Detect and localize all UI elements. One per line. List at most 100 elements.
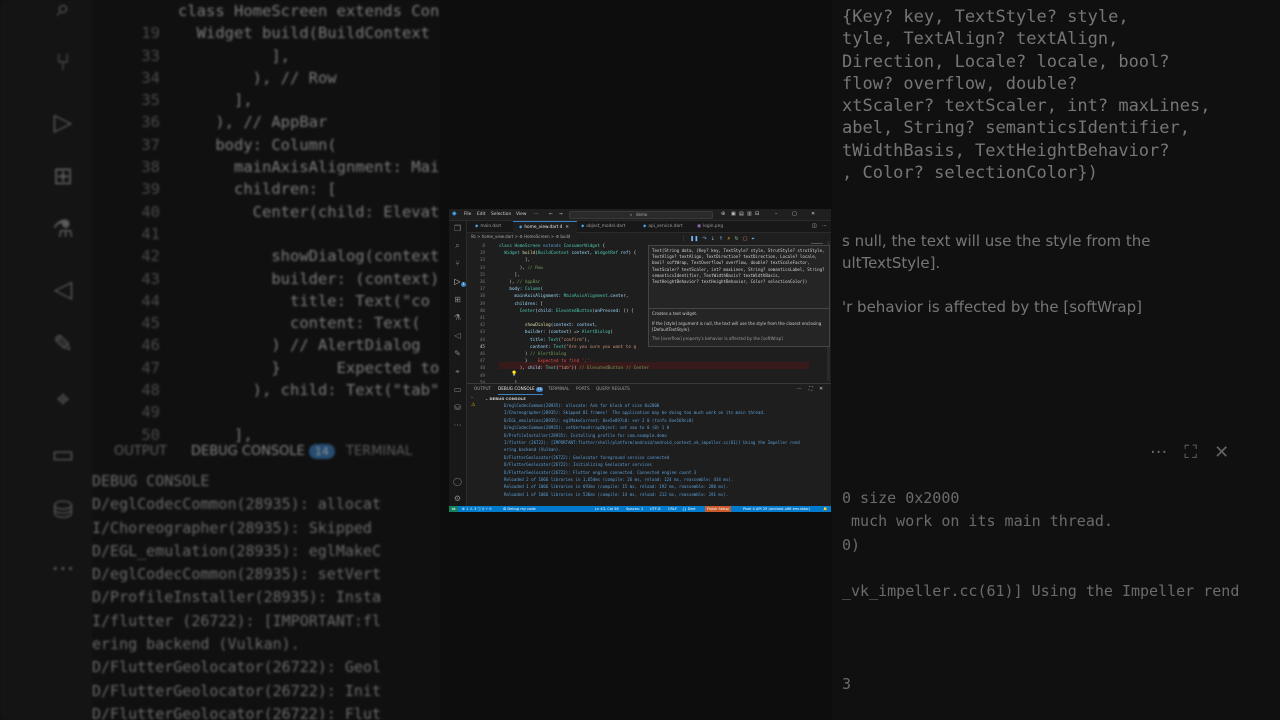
layout-icon[interactable]: ▭ bbox=[452, 384, 463, 395]
collapse-chevron-icon[interactable]: › bbox=[471, 395, 473, 401]
code-line[interactable]: 45 content: Text("Are you sure you want … bbox=[467, 344, 649, 351]
panel-more-icon[interactable]: ··· bbox=[797, 386, 802, 392]
cursor-position[interactable]: Ln 43, Col 56 bbox=[595, 506, 619, 512]
debug-console-section[interactable]: ⌄ DEBUG CONSOLE bbox=[485, 396, 526, 401]
extensions-icon[interactable]: ⊞ bbox=[452, 294, 463, 305]
code-line[interactable]: 47 } Expected to find ';'. bbox=[467, 358, 649, 365]
minimize-button[interactable]: – bbox=[775, 211, 778, 217]
copilot-icon[interactable]: ⊛ bbox=[721, 211, 725, 217]
code-line[interactable]: 37 body: Column( bbox=[467, 286, 649, 293]
forward-arrow-icon[interactable]: → bbox=[559, 212, 563, 217]
hover-doc-summary: Creates a text widget. bbox=[652, 311, 698, 316]
explorer-icon[interactable]: ❐ bbox=[452, 223, 463, 234]
menu-file[interactable]: File bbox=[464, 212, 471, 217]
tab-api-service-dart[interactable]: ◆ api_service.dart bbox=[637, 221, 683, 232]
back-arrow-icon[interactable]: ← bbox=[549, 212, 553, 217]
bg-text-line: tyle, TextAlign? textAlign, bbox=[842, 29, 1119, 50]
layout-sidebar-icon[interactable]: ▣ bbox=[731, 211, 736, 217]
code-line[interactable]: 49 bbox=[467, 373, 649, 380]
inspect-icon[interactable]: ⌖ bbox=[452, 366, 463, 377]
code-line[interactable]: 43 builder: (context) => AlertDialog( bbox=[467, 329, 649, 336]
debug-config-indicator[interactable]: ⚙ Debug my code bbox=[503, 506, 536, 512]
line-ending[interactable]: CRLF bbox=[668, 506, 677, 512]
layout-secondary-icon[interactable]: ▥ bbox=[747, 211, 752, 217]
menu-selection[interactable]: Selection bbox=[491, 212, 511, 217]
breadcrumb[interactable]: lib > home_view.dart > ⚙ HomeScreen > ⚙ … bbox=[471, 233, 570, 240]
testing-icon[interactable]: ⚗ bbox=[452, 312, 463, 323]
line-text: ) // AlertDialog bbox=[499, 352, 567, 358]
tab-login-png[interactable]: ▣ login.png bbox=[691, 221, 723, 232]
panel-tab-ports[interactable]: PORTS bbox=[576, 384, 590, 394]
bg-text-line: 'r behavior is affected by the [softWrap… bbox=[842, 298, 1142, 316]
debug-console-log[interactable]: D/eglCodecCommon(28935): allocate: Ask f… bbox=[504, 402, 829, 504]
line-text: ), child: Text("tab")) // ElevatedButton… bbox=[499, 366, 650, 372]
account-icon[interactable]: ◯ bbox=[452, 476, 463, 487]
menu-more[interactable]: ··· bbox=[534, 212, 538, 217]
code-line[interactable]: 36 ), // AppBar bbox=[467, 279, 649, 286]
command-center-search[interactable]: ⌕ demo bbox=[569, 211, 713, 219]
bg-line-number: 40 bbox=[141, 202, 160, 221]
bg-panel-controls: ··· ⛶ ✕ bbox=[1150, 442, 1230, 463]
log-line: D/FlutterGeolocator(26722): Initializing… bbox=[504, 462, 652, 468]
bg-code-line: class HomeScreen extends Consu bbox=[110, 0, 440, 22]
tab-object-model-dart[interactable]: ◆ object_model.dart bbox=[575, 221, 625, 232]
source-control-icon[interactable]: ⑂ bbox=[452, 258, 463, 269]
layout-panel-icon[interactable]: ▤ bbox=[739, 211, 744, 217]
code-line[interactable]: 42 showDialog(context: context, bbox=[467, 322, 649, 329]
layout-icon: ▭ bbox=[51, 440, 75, 468]
code-line[interactable]: 40 Center(child: ElevatedButton(onPresse… bbox=[467, 308, 649, 315]
code-line[interactable]: 44 title: Text("confirm"), bbox=[467, 337, 649, 344]
code-line[interactable]: 34 ), // Row bbox=[467, 265, 649, 272]
panel-tab-debug-console[interactable]: DEBUG CONSOLE 14 bbox=[498, 384, 544, 395]
panel-tab-terminal[interactable]: TERMINAL bbox=[548, 384, 569, 394]
code-line[interactable]: 8 class HomeScreen extends ConsumerWidget… bbox=[467, 243, 649, 250]
menu-view[interactable]: View bbox=[516, 212, 526, 217]
pen-icon[interactable]: ✎ bbox=[452, 348, 463, 359]
code-line[interactable]: 19 Widget build(BuildContext context, Wi… bbox=[467, 250, 649, 257]
code-line[interactable]: 35 ], bbox=[467, 272, 649, 279]
code-line[interactable]: 41 bbox=[467, 315, 649, 322]
finish-setup-button[interactable]: Finish Setup bbox=[705, 506, 731, 512]
close-tab-icon[interactable]: ✕ bbox=[565, 225, 569, 230]
indentation[interactable]: Spaces: 2 bbox=[626, 506, 643, 512]
line-text: content: Text("Are you sure you want to … bbox=[530, 344, 637, 350]
menu-edit[interactable]: Edit bbox=[477, 212, 486, 217]
bg-text-line bbox=[842, 627, 1272, 650]
tab-home-view-dart[interactable]: ◆ home_view.dart 4 ✕ bbox=[513, 221, 577, 233]
bg-text-line: tWidthBasis, TextHeightBehavior? bbox=[842, 140, 1170, 161]
log-line: D/FlutterGeolocator(26722): Geolocator f… bbox=[504, 454, 670, 460]
remote-indicator-icon[interactable]: ⋈ bbox=[449, 506, 458, 512]
close-window-button[interactable]: ✕ bbox=[811, 211, 815, 217]
panel-tab-query-results[interactable]: QUERY RESULTS bbox=[596, 384, 630, 394]
more-icon[interactable]: ··· bbox=[452, 420, 463, 431]
code-lines[interactable]: 8 class HomeScreen extends ConsumerWidget… bbox=[467, 243, 649, 383]
run-debug-icon[interactable]: ▷ 1 bbox=[452, 276, 466, 287]
code-line[interactable]: 46 ) // AlertDialog bbox=[467, 351, 649, 358]
panel-side-icons: › ⚠ bbox=[467, 394, 485, 507]
line-number: 40 bbox=[479, 308, 485, 314]
database-icon[interactable]: ⛁ bbox=[452, 402, 463, 413]
search-icon[interactable]: ⌕ bbox=[452, 240, 463, 251]
language-mode[interactable]: {} Dart bbox=[682, 506, 696, 512]
close-panel-icon[interactable]: ✕ bbox=[819, 386, 823, 392]
customize-layout-icon[interactable]: ⊟ bbox=[755, 211, 759, 217]
code-line[interactable]: 38 mainAxisAlignment: MainAxisAlignment.… bbox=[467, 293, 649, 300]
line-text: ), // AppBar bbox=[499, 280, 541, 286]
code-line[interactable]: 33 ], bbox=[467, 257, 649, 264]
settings-gear-icon[interactable]: ⚙ bbox=[452, 493, 463, 504]
line-number: 48 bbox=[479, 366, 485, 372]
code-line[interactable]: 39 children: [ bbox=[467, 301, 649, 308]
code-line[interactable]: 48 ), child: Text("tab")) // ElevatedBut… bbox=[467, 365, 649, 372]
tab-main-dart[interactable]: ◆ main.dart bbox=[469, 221, 501, 232]
maximize-button[interactable]: ▢ bbox=[792, 211, 797, 217]
maximize-panel-icon[interactable]: ⛶ bbox=[809, 386, 813, 392]
split-editor-icon[interactable]: ◫ bbox=[812, 221, 817, 232]
encoding[interactable]: UTF-8 bbox=[650, 506, 660, 512]
editor-more-icon[interactable]: ··· bbox=[822, 221, 827, 232]
notifications-bell-icon[interactable]: 🔔 bbox=[823, 506, 827, 512]
flutter-device[interactable]: Pixel 4 API 29 (android-x86 emulator) bbox=[743, 506, 810, 512]
problems-indicator[interactable]: ⊗ 1 ⚠ 3 ⓘ 0 ⚡ 0 bbox=[462, 506, 492, 512]
panel-tab-output[interactable]: OUTPUT bbox=[474, 384, 491, 394]
flutter-icon[interactable]: ◁ bbox=[452, 330, 463, 341]
lightbulb-icon[interactable]: 💡 bbox=[511, 371, 517, 377]
